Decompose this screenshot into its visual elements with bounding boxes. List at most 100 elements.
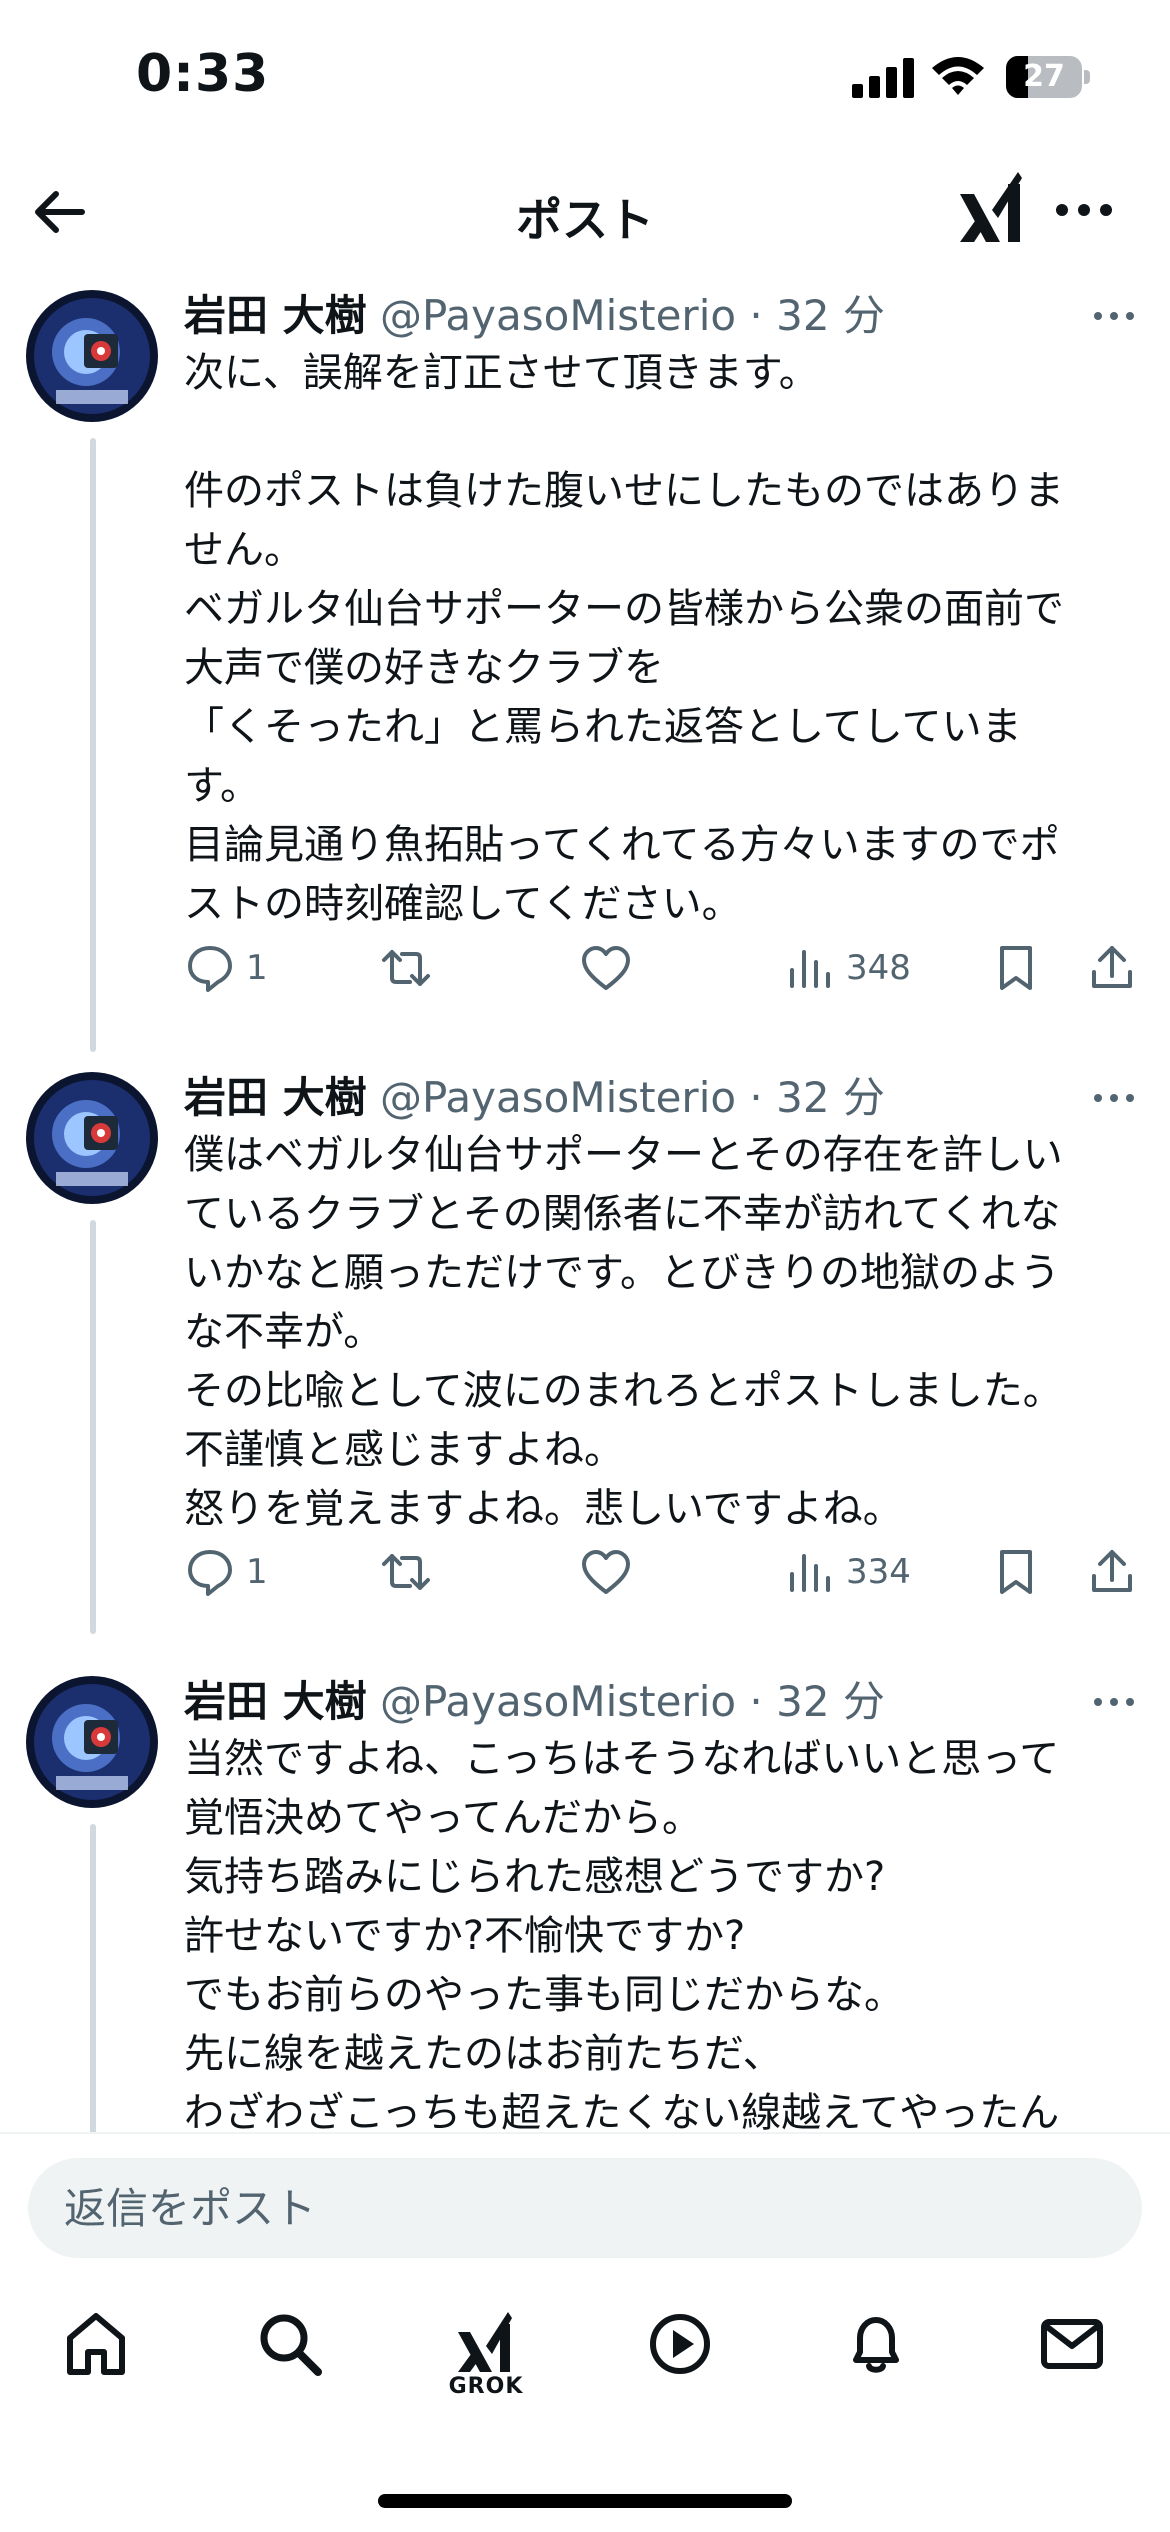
author-handle[interactable]: @PayasoMisterio [380, 1677, 736, 1726]
reply-icon [188, 1550, 232, 1596]
post-text: 僕はベガルタ仙台サポーターとその存在を許しい ているクラブとその関係者に不幸が訪… [184, 1126, 1124, 1539]
author-handle[interactable]: @PayasoMisterio [380, 1073, 736, 1122]
post-line: な不幸が。 [184, 1309, 384, 1355]
more-options-icon[interactable] [1054, 190, 1114, 230]
separator: · [749, 1073, 763, 1122]
reply-icon [188, 946, 232, 992]
share-icon [1092, 1550, 1132, 1592]
grok-icon [458, 2312, 512, 2372]
home-indicator [378, 2494, 792, 2508]
search-icon [260, 2314, 322, 2376]
author-name[interactable]: 岩田 大樹 [184, 1677, 367, 1726]
bookmark-button[interactable] [990, 1542, 1042, 1602]
post-text: 次に、誤解を訂正させて頂きます。 件のポストは負けた腹いせにしたものではありま … [184, 344, 1124, 934]
post-line: わざわざこっちも超えたくない線越えてやったん [184, 2090, 1060, 2132]
views-button[interactable]: 334 [784, 1542, 911, 1602]
bookmark-icon [1000, 1550, 1032, 1594]
post-line: 当然ですよね、こっちはそうなればいいと思って [184, 1736, 1060, 1782]
heart-icon [582, 1550, 630, 1594]
nav-notifications[interactable] [826, 2308, 926, 2418]
post-more-icon[interactable] [1090, 1080, 1138, 1116]
post-time[interactable]: 32 分 [776, 291, 885, 340]
author-handle[interactable]: @PayasoMisterio [380, 291, 736, 340]
bookmark-button[interactable] [990, 938, 1042, 998]
post-line: 次に、誤解を訂正させて頂きます。 [184, 350, 819, 396]
post-line: 不謹慎と感じますよね。 [184, 1427, 624, 1473]
post-line: 「くそったれ」と罵られた返答としてしていま [184, 704, 1022, 750]
post-line: 件のポストは負けた腹いせにしたものではありま [184, 468, 1064, 514]
reply-input[interactable] [28, 2158, 1142, 2258]
reply-button[interactable]: 1 [184, 938, 268, 998]
author-name[interactable]: 岩田 大樹 [184, 1073, 367, 1122]
post-time[interactable]: 32 分 [776, 1677, 885, 1726]
post-line: 先に線を越えたのはお前たちだ、 [184, 2031, 783, 2077]
post-more-icon[interactable] [1090, 1684, 1138, 1720]
reply-count: 1 [246, 948, 268, 988]
post-line: いかなと願っただけです。とびきりの地獄のよう [184, 1250, 1060, 1296]
repost-icon [382, 950, 430, 986]
repost-button[interactable] [380, 938, 432, 998]
post-line [184, 403, 1124, 462]
post-actions: 1 348 [184, 938, 1144, 998]
post-line: その比喩として波にのまれろとポストしました。 [184, 1368, 1063, 1414]
avatar[interactable] [26, 1676, 158, 1808]
post-line: ストの時刻確認してください。 [184, 881, 742, 927]
nav-home[interactable] [46, 2308, 146, 2418]
like-button[interactable] [580, 1542, 632, 1602]
post-header: 岩田 大樹 @PayasoMisterio · 32 分 [184, 1070, 885, 1126]
nav-search[interactable] [240, 2308, 340, 2418]
nav-video[interactable] [630, 2308, 730, 2418]
views-button[interactable]: 348 [784, 938, 911, 998]
post-header: 岩田 大樹 @PayasoMisterio · 32 分 [184, 1674, 885, 1730]
views-icon [790, 1554, 830, 1592]
post-line: ベガルタ仙台サポーターの皆様から公衆の面前で [184, 586, 1064, 632]
post-header: 岩田 大樹 @PayasoMisterio · 32 分 [184, 288, 885, 344]
post[interactable]: 岩田 大樹 @PayasoMisterio · 32 分 僕はベガルタ仙台サポー… [0, 1054, 1170, 1658]
repost-button[interactable] [380, 1542, 432, 1602]
post[interactable]: 岩田 大樹 @PayasoMisterio · 32 分 当然ですよね、こっちは… [0, 1658, 1170, 2132]
post-line: せん。 [184, 527, 304, 573]
view-count: 334 [846, 1552, 911, 1592]
wifi-icon [932, 57, 984, 95]
post-actions: 1 334 [184, 1542, 1144, 1602]
post-line: 目論見通り魚拓貼ってくれてる方々いますのでポ [184, 822, 1060, 868]
reply-count: 1 [246, 1552, 268, 1592]
share-button[interactable] [1086, 1542, 1138, 1602]
status-time: 0:33 [136, 44, 270, 104]
reply-button[interactable]: 1 [184, 1542, 268, 1602]
status-bar: 0:33 27 [0, 0, 1170, 160]
separator: · [749, 1677, 763, 1726]
mail-icon [1041, 2319, 1103, 2369]
heart-icon [582, 946, 630, 990]
post-line: す。 [184, 763, 260, 809]
post-line: でもお前らのやった事も同じだからな。 [184, 1972, 904, 2018]
view-count: 348 [846, 948, 911, 988]
post-line: 怒りを覚えますよね。悲しいですよね。 [184, 1486, 903, 1532]
reply-bar [0, 2132, 1170, 2272]
share-icon [1092, 946, 1132, 988]
bell-icon [853, 2317, 899, 2373]
play-icon [650, 2314, 710, 2374]
nav-grok-label: GROK [448, 2374, 524, 2399]
battery-level: 27 [1023, 59, 1065, 94]
post-line: 気持ち踏みにじられた感想どうですか? [184, 1854, 886, 1900]
author-name[interactable]: 岩田 大樹 [184, 291, 367, 340]
share-button[interactable] [1086, 938, 1138, 998]
post[interactable]: 岩田 大樹 @PayasoMisterio · 32 分 次に、誤解を訂正させて… [0, 272, 1170, 1054]
separator: · [749, 291, 763, 340]
nav-messages[interactable] [1022, 2308, 1122, 2418]
nav-grok[interactable]: GROK [436, 2308, 536, 2418]
grok-icon[interactable] [956, 170, 1026, 246]
post-line: 覚悟決めてやってんだから。 [184, 1795, 702, 1841]
top-bar: ポスト [0, 160, 1170, 272]
cellular-signal-icon [852, 58, 914, 98]
avatar[interactable] [26, 1072, 158, 1204]
avatar[interactable] [26, 290, 158, 422]
post-line: 許せないですか?不愉快ですか? [184, 1913, 746, 1959]
home-icon [67, 2313, 125, 2375]
post-time[interactable]: 32 分 [776, 1073, 885, 1122]
post-text: 当然ですよね、こっちはそうなればいいと思って 覚悟決めてやってんだから。 気持ち… [184, 1730, 1124, 2132]
like-button[interactable] [580, 938, 632, 998]
post-more-icon[interactable] [1090, 298, 1138, 334]
thread-timeline[interactable]: 岩田 大樹 @PayasoMisterio · 32 分 次に、誤解を訂正させて… [0, 272, 1170, 2132]
